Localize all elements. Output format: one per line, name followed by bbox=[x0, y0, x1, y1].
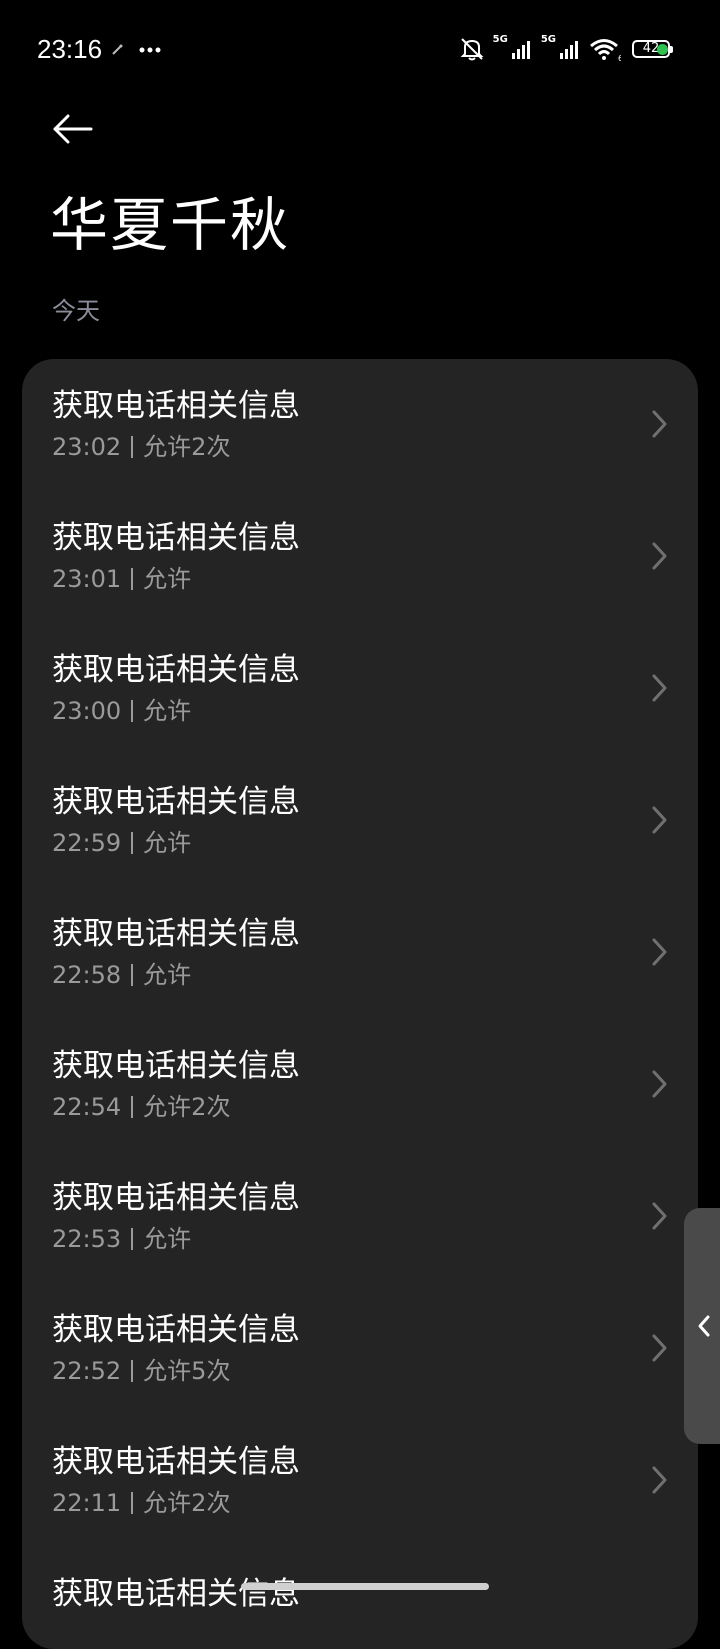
network-label-2: 5G bbox=[540, 34, 556, 45]
mute-icon bbox=[460, 38, 484, 61]
list-item-meta: 22:53 允许 bbox=[52, 1224, 191, 1254]
meta-separator bbox=[131, 1228, 134, 1250]
list-item[interactable]: 获取电话相关信息 22:11 允许2次 bbox=[22, 1415, 698, 1547]
chevron-right-icon bbox=[652, 542, 667, 570]
list-item[interactable]: 获取电话相关信息 23:01 允许 bbox=[22, 491, 698, 623]
list-item-time: 22:58 bbox=[52, 961, 122, 989]
chevron-left-icon bbox=[698, 1315, 710, 1337]
list-item-status: 允许 bbox=[143, 1225, 192, 1253]
list-item-title: 获取电话相关信息 bbox=[52, 520, 300, 556]
list-item-title: 获取电话相关信息 bbox=[52, 1180, 300, 1216]
page-title: 华夏千秋 bbox=[50, 191, 291, 259]
more-dots-icon bbox=[139, 47, 161, 53]
list-item-title: 获取电话相关信息 bbox=[52, 1312, 300, 1348]
status-bar: 23:16 5G 5G 6 42 bbox=[0, 0, 720, 100]
list-item-time: 22:53 bbox=[52, 1225, 122, 1253]
list-item-time: 22:59 bbox=[52, 829, 122, 857]
list-item-title: 获取电话相关信息 bbox=[52, 652, 300, 688]
list-item[interactable]: 获取电话相关信息 23:02 允许2次 bbox=[22, 359, 698, 491]
list-item-status: 允许2次 bbox=[143, 433, 231, 461]
privacy-indicator-dot bbox=[657, 44, 668, 55]
list-item-meta: 23:01 允许 bbox=[52, 564, 191, 594]
status-right-icons: 5G 5G 6 42 bbox=[458, 34, 673, 64]
list-item-status: 允许 bbox=[143, 565, 192, 593]
list-item[interactable]: 获取电话相关信息 23:00 允许 bbox=[22, 623, 698, 755]
chevron-right-icon bbox=[652, 1202, 667, 1230]
section-header-today: 今天 bbox=[52, 297, 100, 325]
list-item-meta: 22:59 允许 bbox=[52, 828, 191, 858]
meta-separator bbox=[131, 436, 134, 458]
meta-separator bbox=[131, 832, 134, 854]
list-item-time: 22:54 bbox=[52, 1093, 122, 1121]
meta-separator bbox=[131, 1096, 134, 1118]
list-item-meta: 22:58 允许 bbox=[52, 960, 191, 990]
signal-icon-2 bbox=[560, 41, 578, 59]
list-item[interactable]: 获取电话相关信息 22:59 允许 bbox=[22, 755, 698, 887]
status-time: 23:16 bbox=[37, 34, 103, 64]
chevron-right-icon bbox=[652, 410, 667, 438]
list-item-time: 22:11 bbox=[52, 1489, 122, 1517]
list-item[interactable]: 获取电话相关信息 bbox=[22, 1547, 698, 1649]
network-label-1: 5G bbox=[492, 34, 508, 45]
wand-icon bbox=[112, 44, 123, 55]
list-item-meta: 22:11 允许2次 bbox=[52, 1488, 230, 1518]
list-item-meta: 22:52 允许5次 bbox=[52, 1356, 230, 1386]
list-item-status: 允许 bbox=[143, 829, 192, 857]
list-item-title: 获取电话相关信息 bbox=[52, 916, 300, 952]
list-item-title: 获取电话相关信息 bbox=[52, 1048, 300, 1084]
chevron-right-icon bbox=[652, 1070, 667, 1098]
list-item-meta: 23:00 允许 bbox=[52, 696, 191, 726]
wifi-badge: 6 bbox=[618, 54, 621, 61]
status-left-icons bbox=[110, 38, 162, 62]
list-item-title: 获取电话相关信息 bbox=[52, 388, 300, 424]
back-button[interactable] bbox=[48, 104, 98, 154]
chevron-right-icon bbox=[652, 806, 667, 834]
meta-separator bbox=[131, 1492, 134, 1514]
list-item-meta: 22:54 允许2次 bbox=[52, 1092, 230, 1122]
permission-log-list: 获取电话相关信息 23:02 允许2次 获取电话相关信息 23:01 允许 获取… bbox=[22, 359, 698, 1649]
chevron-right-icon bbox=[652, 674, 667, 702]
chevron-right-icon bbox=[652, 1466, 667, 1494]
list-item-meta: 23:02 允许2次 bbox=[52, 432, 230, 462]
chevron-right-icon bbox=[652, 938, 667, 966]
arrow-left-icon bbox=[53, 114, 93, 144]
home-indicator[interactable] bbox=[241, 1583, 489, 1590]
list-item-time: 23:00 bbox=[52, 697, 122, 725]
list-item-status: 允许2次 bbox=[143, 1489, 231, 1517]
list-item-time: 23:01 bbox=[52, 565, 122, 593]
list-item-time: 22:52 bbox=[52, 1357, 122, 1385]
meta-separator bbox=[131, 568, 134, 590]
list-item[interactable]: 获取电话相关信息 22:58 允许 bbox=[22, 887, 698, 1019]
list-item[interactable]: 获取电话相关信息 22:52 允许5次 bbox=[22, 1283, 698, 1415]
list-item[interactable]: 获取电话相关信息 22:54 允许2次 bbox=[22, 1019, 698, 1151]
list-item-title: 获取电话相关信息 bbox=[52, 1576, 300, 1612]
list-item-status: 允许2次 bbox=[143, 1093, 231, 1121]
list-item-title: 获取电话相关信息 bbox=[52, 1444, 300, 1480]
signal-icon bbox=[511, 41, 530, 59]
chevron-right-icon bbox=[652, 1334, 667, 1362]
side-bar-handle[interactable] bbox=[684, 1208, 720, 1444]
meta-separator bbox=[131, 700, 134, 722]
list-item-status: 允许 bbox=[143, 697, 192, 725]
list-item-time: 23:02 bbox=[52, 433, 122, 461]
meta-separator bbox=[131, 964, 134, 986]
list-item-status: 允许 bbox=[143, 961, 192, 989]
meta-separator bbox=[131, 1360, 134, 1382]
list-item-title: 获取电话相关信息 bbox=[52, 784, 300, 820]
list-item[interactable]: 获取电话相关信息 22:53 允许 bbox=[22, 1151, 698, 1283]
list-item-status: 允许5次 bbox=[143, 1357, 231, 1385]
wifi-icon: 6 bbox=[590, 39, 621, 61]
